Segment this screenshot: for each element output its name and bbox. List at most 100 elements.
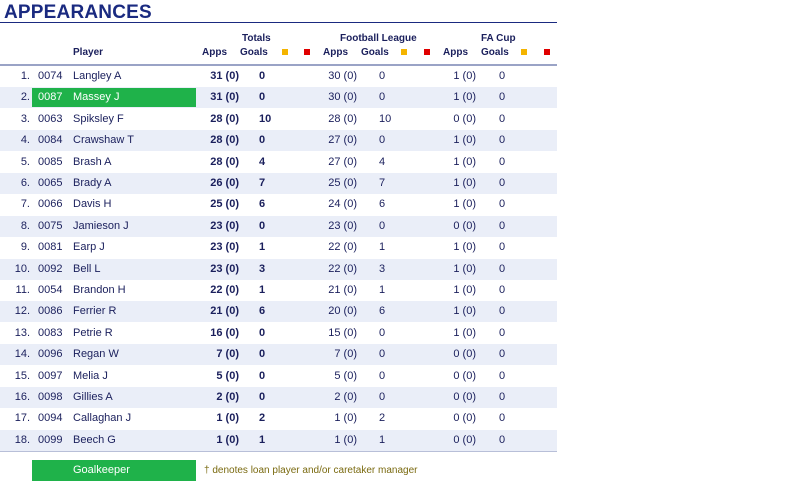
cup-apps: 1 (0)	[453, 198, 476, 211]
table-row: 17. 0094 Callaghan J 1 (0) 2 1 (0) 2 0 (0) 0	[0, 408, 557, 429]
total-goals: 0	[259, 91, 266, 104]
table-row: 3. 0063 Spiksley F 28 (0) 10 28 (0) 10 0 (0) 0	[0, 109, 557, 130]
total-apps: 7 (0)	[216, 348, 239, 361]
row-number: 15.	[14, 369, 30, 382]
total-goals: 0	[259, 134, 266, 147]
total-goals: 3	[259, 262, 266, 275]
football-league-header: Football League	[340, 33, 417, 44]
cup-apps: 0 (0)	[453, 219, 476, 232]
league-goals: 1	[379, 284, 386, 296]
table-row: 10. 0092 Bell L 23 (0) 3 22 (0) 3 1 (0) 0	[0, 258, 557, 280]
total-apps: 25 (0)	[210, 198, 239, 211]
total-goals: 6	[259, 198, 266, 211]
league-goals: 0	[379, 348, 386, 361]
row-number: 9.	[20, 241, 30, 254]
cup-apps: 1 (0)	[453, 70, 476, 82]
total-apps: 23 (0)	[210, 262, 239, 275]
player-name: Callaghan J	[73, 412, 132, 425]
table-row: 12. 0086 Ferrier R 21 (0) 6 20 (0) 6 1 (0) 0	[0, 301, 557, 323]
player-name: Brandon H	[73, 284, 126, 296]
league-apps: 30 (0)	[328, 91, 357, 104]
league-apps: 7 (0)	[334, 348, 357, 361]
cup-goals: 0	[499, 262, 506, 275]
league-apps: 30 (0)	[328, 70, 357, 82]
row-number: 17.	[14, 412, 30, 425]
table-row: 14. 0096 Regan W 7 (0) 0 7 (0) 0 0 (0) 0	[0, 344, 557, 366]
league-goals: 0	[379, 391, 386, 403]
total-apps: 26 (0)	[210, 177, 239, 189]
row-number: 13.	[14, 326, 30, 339]
player-name: Davis H	[73, 198, 112, 211]
red-card-icon	[424, 49, 430, 55]
total-apps: 28 (0)	[210, 112, 239, 125]
total-apps: 1 (0)	[216, 412, 239, 425]
cup-goals: 0	[499, 326, 506, 339]
cup-goals: 0	[499, 369, 506, 382]
row-number: 6.	[20, 177, 30, 189]
league-apps: 20 (0)	[328, 305, 357, 318]
total-goals: 2	[259, 412, 266, 425]
player-code: 0085	[38, 155, 63, 168]
league-goals: 10	[379, 112, 392, 125]
league-goals: 0	[379, 134, 386, 147]
player-name: Petrie R	[73, 326, 113, 339]
cup-goals: 0	[499, 70, 506, 82]
loan-note: † denotes loan player and/or caretaker m…	[204, 465, 418, 476]
cup-goals: 0	[499, 391, 506, 403]
cup-apps: 0 (0)	[453, 412, 476, 425]
league-goals-header: Goals	[361, 47, 389, 58]
total-goals: 0	[259, 219, 266, 232]
cup-apps: 0 (0)	[453, 369, 476, 382]
total-apps: 23 (0)	[210, 219, 239, 232]
cup-goals: 0	[499, 348, 506, 361]
cup-apps: 1 (0)	[453, 91, 476, 104]
league-goals: 7	[379, 177, 386, 189]
player-name: Beech G	[73, 433, 116, 446]
league-apps: 24 (0)	[328, 198, 357, 211]
total-goals: 10	[259, 112, 272, 125]
total-apps: 23 (0)	[210, 241, 239, 254]
player-code: 0054	[38, 284, 63, 296]
league-goals: 0	[379, 369, 386, 382]
row-number: 12.	[14, 305, 30, 318]
league-goals: 0	[379, 219, 386, 232]
cup-goals: 0	[499, 219, 506, 232]
player-code: 0097	[38, 369, 63, 382]
cup-apps: 0 (0)	[453, 391, 476, 403]
table-row: 16. 0098 Gillies A 2 (0) 0 2 (0) 0 0 (0) 0	[0, 387, 557, 408]
league-apps: 1 (0)	[334, 412, 357, 425]
player-name: Regan W	[73, 348, 119, 361]
totals-goals-header: Goals	[240, 47, 268, 58]
total-goals: 1	[259, 284, 266, 296]
player-name: Bell L	[73, 262, 101, 275]
player-name: Spiksley F	[73, 112, 124, 125]
row-number: 4.	[20, 134, 30, 147]
league-apps: 22 (0)	[328, 241, 357, 254]
total-apps: 1 (0)	[216, 433, 239, 446]
player-code: 0075	[38, 219, 63, 232]
total-goals: 0	[259, 348, 266, 361]
cup-apps-header: Apps	[443, 47, 468, 58]
title-divider	[0, 22, 557, 23]
table-row: 4. 0084 Crawshaw T 28 (0) 0 27 (0) 0 1 (0) 0	[0, 130, 557, 152]
total-goals: 0	[259, 326, 266, 339]
total-apps: 28 (0)	[210, 155, 239, 168]
cup-apps: 1 (0)	[453, 134, 476, 147]
player-code: 0094	[38, 412, 63, 425]
league-goals: 0	[379, 70, 386, 82]
cup-apps: 1 (0)	[453, 305, 476, 318]
row-number: 11.	[15, 284, 30, 296]
total-apps: 31 (0)	[210, 91, 239, 104]
league-apps: 25 (0)	[328, 177, 357, 189]
total-goals: 0	[259, 391, 266, 403]
table-row: 11. 0054 Brandon H 22 (0) 1 21 (0) 1 1 (0) 0	[0, 280, 557, 301]
league-apps: 2 (0)	[334, 391, 357, 403]
player-code: 0084	[38, 134, 63, 147]
table-row: 8. 0075 Jamieson J 23 (0) 0 23 (0) 0 0 (0) 0	[0, 215, 557, 237]
league-apps: 15 (0)	[328, 326, 357, 339]
yellow-card-icon	[282, 49, 288, 55]
cup-apps: 0 (0)	[453, 433, 476, 446]
player-name: Earp J	[73, 241, 105, 254]
total-goals: 1	[259, 433, 266, 446]
cup-goals: 0	[499, 284, 506, 296]
